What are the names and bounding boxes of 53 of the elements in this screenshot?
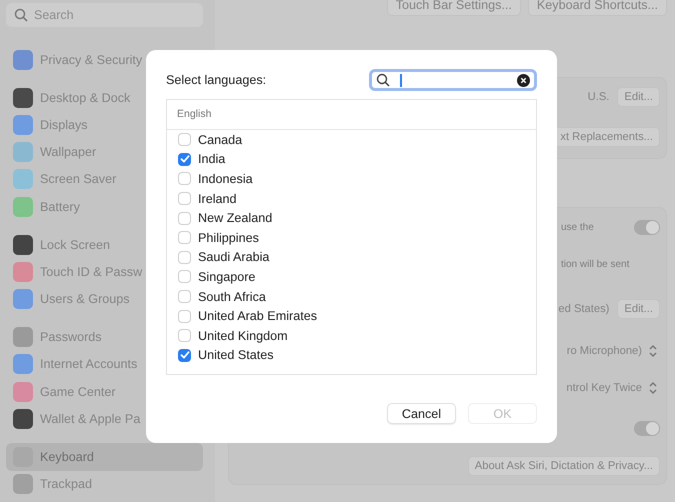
setting-description: tion will be sent [561, 258, 630, 270]
sidebar-item[interactable]: Keyboard [6, 443, 203, 471]
language-option[interactable]: Singapore [167, 267, 536, 287]
search-icon [14, 8, 28, 22]
chevron-up-down-icon [648, 381, 658, 395]
search-field[interactable] [369, 69, 537, 91]
checkbox[interactable] [178, 310, 191, 323]
search-icon [376, 73, 390, 87]
sidebar-item[interactable]: Trackpad [6, 470, 203, 498]
language-option[interactable]: Ireland [167, 188, 536, 208]
checkbox[interactable] [178, 133, 191, 146]
setting-description: use the [561, 222, 594, 232]
checkbox[interactable] [178, 250, 191, 264]
language-option[interactable]: Philippines [167, 228, 536, 248]
dialog-title: Select languages: [166, 73, 266, 87]
toggle-switch[interactable] [634, 220, 660, 234]
clear-icon [517, 74, 530, 87]
toggle-switch[interactable] [634, 420, 660, 436]
language-option[interactable]: Indonesia [167, 169, 536, 189]
checkbox[interactable] [178, 348, 191, 362]
checkbox[interactable] [178, 290, 191, 304]
chevron-up-down-icon [648, 344, 658, 358]
edit-button[interactable]: Edit... [617, 299, 660, 319]
setting-value: ed States) [558, 303, 610, 315]
settings-button[interactable]: Keyboard Shortcuts... [528, 0, 667, 16]
sidebar-item[interactable]: Wallet & Apple Pa [6, 405, 203, 432]
edit-button[interactable]: Edit... [617, 87, 660, 107]
checkbox[interactable] [178, 172, 191, 186]
popup-menu[interactable]: ntrol Key Twice [564, 379, 660, 397]
settings-button[interactable]: Touch Bar Settings... [386, 0, 521, 16]
language-option[interactable]: New Zealand [167, 208, 536, 228]
language-option[interactable]: United Kingdom [167, 326, 536, 346]
settings-button[interactable]: About Ask Siri, Dictation & Privacy... [468, 456, 660, 476]
checkbox[interactable] [178, 231, 191, 244]
language-option[interactable]: United Arab Emirates [167, 306, 536, 326]
checkbox[interactable] [178, 212, 191, 225]
checkbox[interactable] [178, 270, 191, 284]
setting-value: U.S. [588, 91, 610, 103]
list-header: English [167, 100, 536, 130]
sidebar-item[interactable]: Privacy & Security [6, 46, 203, 74]
checkbox[interactable] [178, 152, 191, 166]
popup-menu[interactable]: ro Microphone) [564, 342, 660, 360]
language-option[interactable]: Saudi Arabia [167, 248, 536, 268]
cancel-button[interactable]: Cancel [387, 403, 456, 424]
language-option[interactable]: South Africa [167, 286, 536, 306]
language-option[interactable]: Canada [167, 130, 536, 150]
search-field[interactable]: Search [6, 3, 203, 27]
text-cursor [400, 74, 402, 87]
sidebar-item[interactable]: Game Center [6, 378, 203, 406]
language-option[interactable]: United States [167, 346, 536, 366]
language-option[interactable]: India [167, 150, 536, 170]
checkbox[interactable] [178, 192, 191, 206]
checkbox[interactable] [178, 329, 191, 342]
